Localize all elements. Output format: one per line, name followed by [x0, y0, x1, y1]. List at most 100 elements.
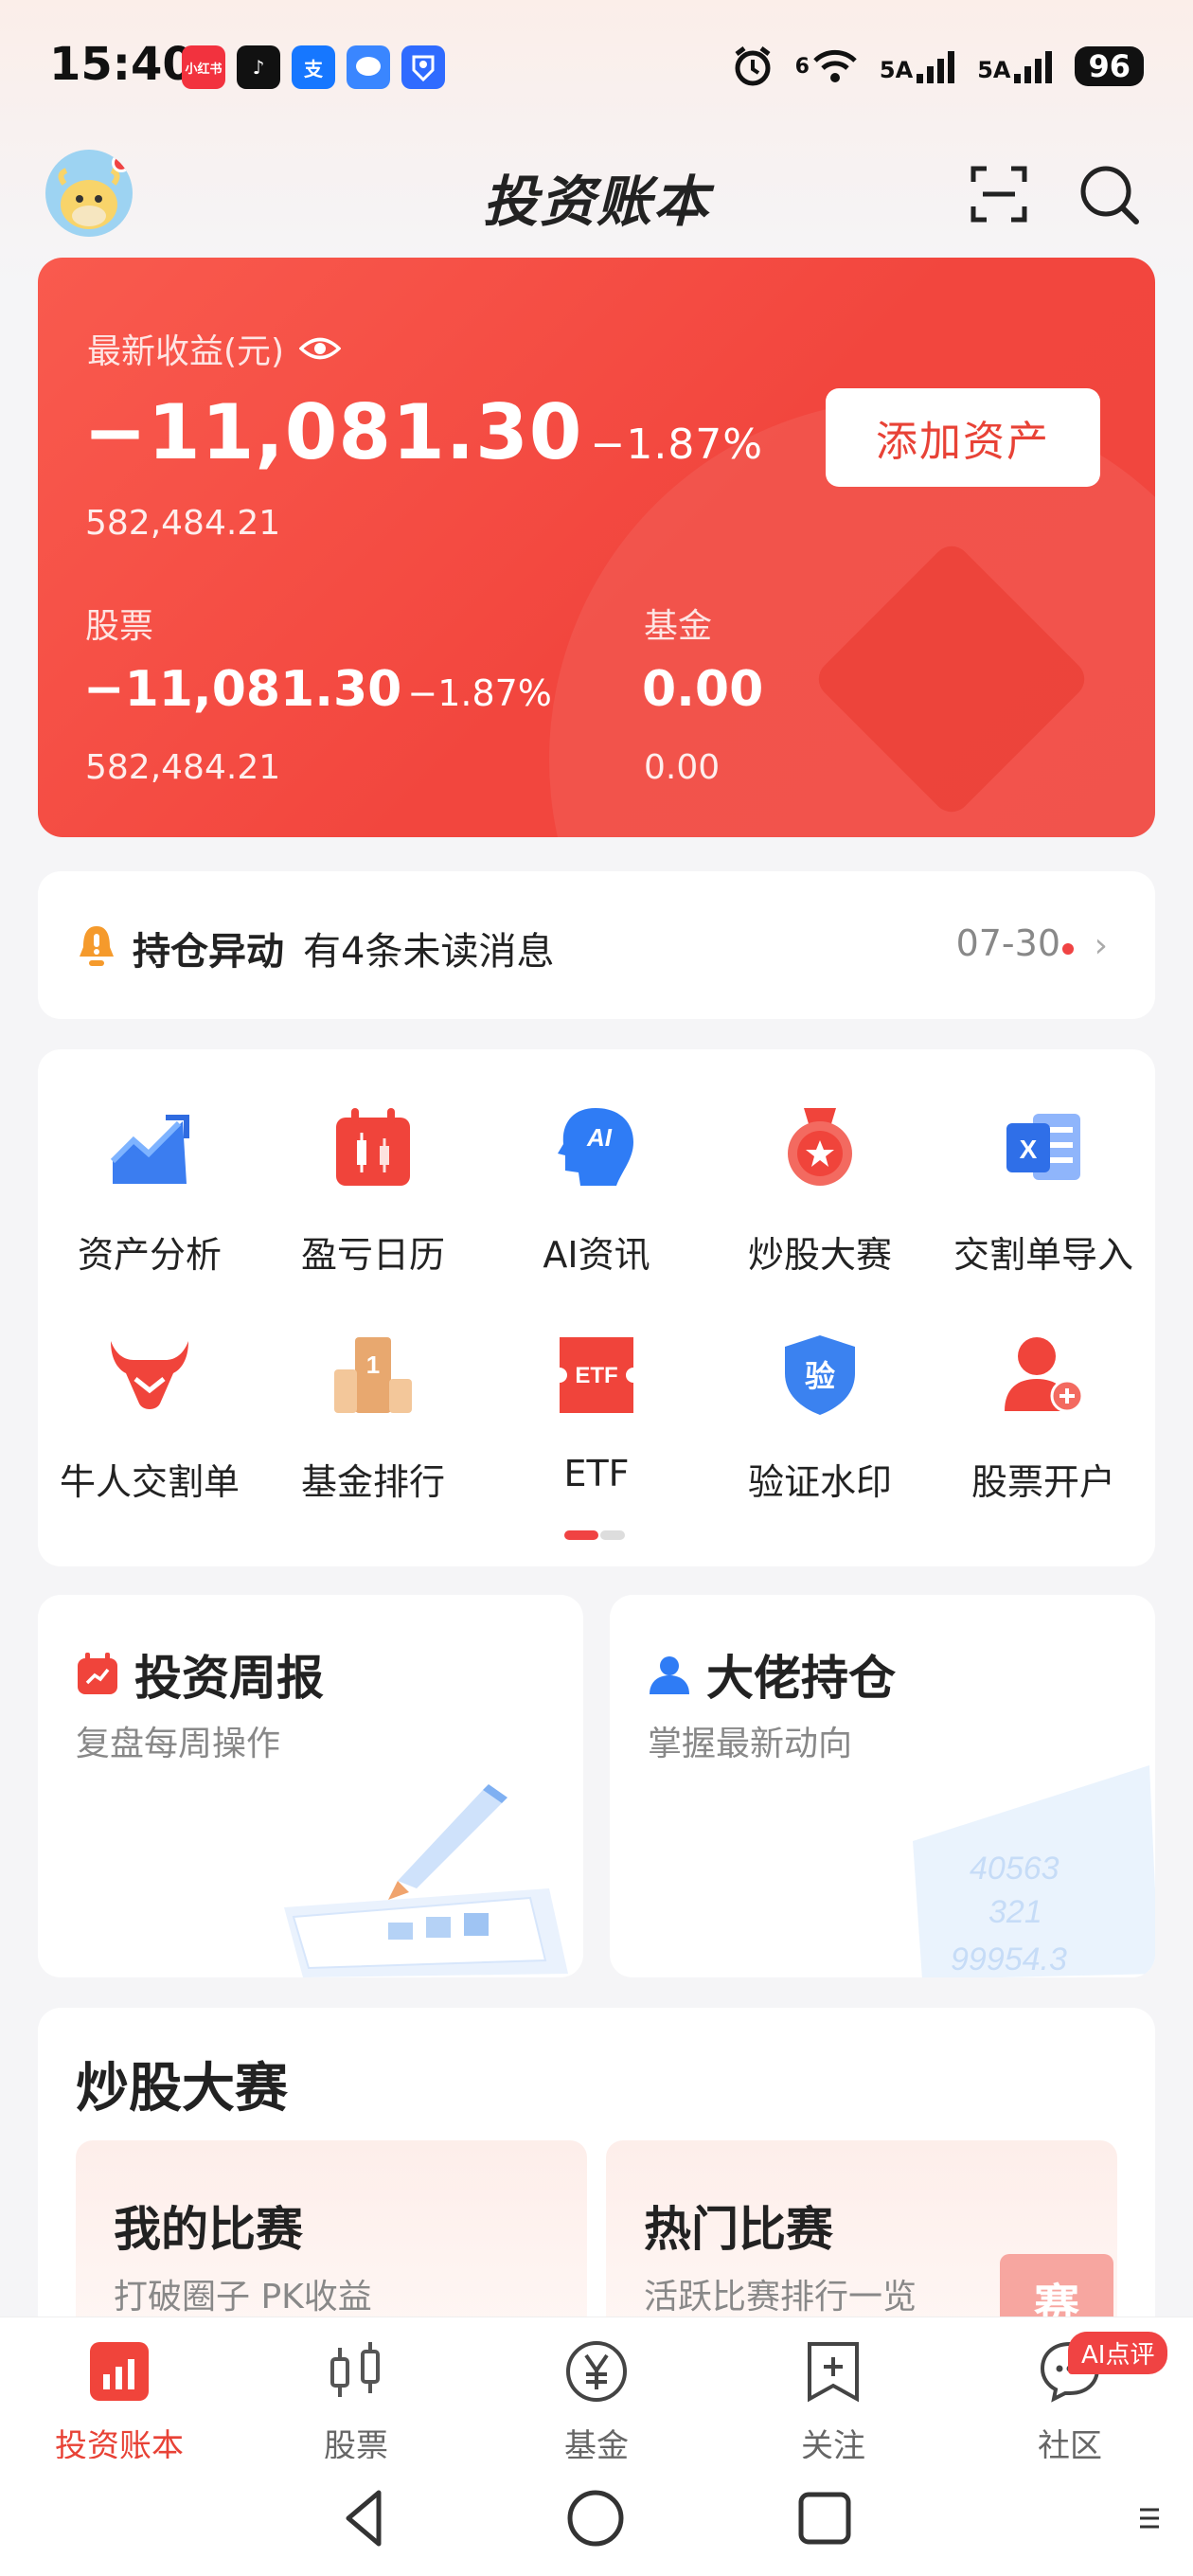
weekly-report-card[interactable]: 投资周报 复盘每周操作: [38, 1595, 583, 1977]
grid-item-open-account[interactable]: 股票开户: [932, 1332, 1155, 1505]
weekly-report-subtitle: 复盘每周操作: [76, 1725, 281, 1763]
my-contest-subtitle: 打破圈子 PK收益: [114, 2278, 372, 2317]
position-alert-bar[interactable]: 持仓异动 有4条未读消息 07-30 ›: [38, 871, 1155, 1019]
douyin-icon: ♪: [237, 45, 280, 89]
stock-earnings-row: −11,081.30 −1.87%: [83, 661, 552, 718]
account-icon: [401, 45, 445, 89]
notice-message: 有4条未读消息: [303, 930, 555, 974]
grid-label: 盈亏日历: [300, 1234, 445, 1276]
scan-icon[interactable]: [966, 161, 1032, 227]
latest-earnings-percent: −1.87%: [590, 420, 764, 469]
wifi-icon: 6: [795, 47, 859, 85]
unread-dot: [1062, 943, 1074, 955]
svg-text:验: 验: [805, 1358, 835, 1394]
status-bar: 15:40 小红书 ♪ 支 6 5A 5A 96: [0, 0, 1193, 123]
report-calendar-icon: [78, 1653, 117, 1694]
tab-stocks[interactable]: 股票: [261, 2338, 451, 2466]
bull-icon: [111, 1341, 188, 1409]
grid-item-pnl-calendar[interactable]: 盈亏日历: [261, 1104, 485, 1278]
grid-label: 炒股大赛: [747, 1234, 892, 1276]
signal-icon-1: 5A: [880, 49, 956, 83]
fund-total-value: 0.00: [644, 748, 721, 787]
battery-indicator: 96: [1075, 46, 1144, 86]
svg-text:AI: AI: [586, 1123, 613, 1152]
latest-earnings-value: −11,081.30: [83, 388, 583, 476]
feature-grid: 资产分析 盈亏日历 AI AI资讯 炒股大赛 X 交割单导入 牛人交割单 1 基…: [38, 1049, 1155, 1566]
holdings-title-row: 大佬持仓: [648, 1640, 896, 1708]
stock-earnings-percent: −1.87%: [407, 672, 552, 714]
latest-earnings-label-row: 最新收益(元): [87, 324, 342, 373]
grid-item-statement-import[interactable]: X 交割单导入: [932, 1104, 1155, 1278]
big-players-holdings-card[interactable]: 大佬持仓 掌握最新动向 40563 321 99954.3: [610, 1595, 1155, 1977]
user-add-icon: [1005, 1337, 1084, 1413]
eye-icon[interactable]: [299, 334, 342, 363]
bookmark-plus-icon: [808, 2342, 859, 2403]
bell-icon: [80, 926, 114, 966]
earnings-summary-card: 最新收益(元) −11,081.30 −1.87% 582,484.21 添加资产…: [38, 258, 1155, 837]
signal-icon-2: 5A: [977, 49, 1054, 83]
alarm-icon: [735, 46, 771, 86]
grid-label: 验证水印: [747, 1461, 892, 1503]
grid-item-etf[interactable]: ETF ETF: [485, 1332, 708, 1494]
latest-earnings-label: 最新收益(元): [87, 332, 285, 371]
grid-label: 牛人交割单: [59, 1461, 240, 1503]
tab-ledger[interactable]: 投资账本: [25, 2338, 214, 2466]
ai-head-icon: AI: [558, 1108, 633, 1186]
add-asset-button[interactable]: 添加资产: [826, 388, 1100, 487]
svg-text:321: 321: [988, 1894, 1042, 1930]
search-icon[interactable]: [1076, 161, 1142, 227]
status-time: 15:40: [49, 38, 194, 91]
recent-apps-icon[interactable]: [792, 2485, 858, 2551]
grid-label: 基金排行: [300, 1461, 445, 1503]
grid-label: AI资讯: [543, 1234, 650, 1276]
grid-item-verify-watermark[interactable]: 验 验证水印: [708, 1332, 932, 1505]
weekly-report-title: 投资周报: [134, 1651, 324, 1706]
candlestick-icon: [330, 2342, 380, 2397]
latest-earnings-row: −11,081.30 −1.87%: [83, 388, 763, 476]
svg-text:ETF: ETF: [575, 1363, 617, 1388]
grid-label: 资产分析: [77, 1234, 222, 1276]
svg-text:X: X: [1020, 1135, 1038, 1164]
grid-item-expert-statements[interactable]: 牛人交割单: [38, 1332, 261, 1505]
latest-total-value: 582,484.21: [85, 504, 281, 543]
stock-earnings-value: −11,081.30: [83, 661, 402, 718]
etf-ticket-icon: ETF: [560, 1337, 633, 1413]
chevron-right-icon: ›: [1094, 926, 1108, 965]
grid-label: ETF: [563, 1453, 630, 1494]
back-icon[interactable]: [331, 2485, 398, 2551]
alipay-icon: 支: [292, 45, 335, 89]
grid-item-stock-contest[interactable]: 炒股大赛: [708, 1104, 932, 1278]
stock-board-illustration: 40563 321 99954.3: [913, 1765, 1155, 1977]
grid-item-asset-analysis[interactable]: 资产分析: [38, 1104, 261, 1278]
tab-watchlist[interactable]: 关注: [739, 2338, 928, 2466]
grid-label: 股票开户: [970, 1461, 1115, 1503]
grid-item-fund-ranking[interactable]: 1 基金排行: [261, 1332, 485, 1505]
calendar-candle-icon: [336, 1108, 410, 1186]
excel-import-icon: X: [1006, 1114, 1080, 1180]
grid-pager: [564, 1530, 625, 1540]
medal-icon: [788, 1108, 852, 1186]
ledger-icon: [90, 2342, 149, 2401]
yen-circle-icon: [566, 2341, 627, 2402]
my-contest-title: 我的比赛: [114, 2202, 303, 2257]
ai-review-badge: AI点评: [1068, 2332, 1168, 2374]
home-icon[interactable]: [562, 2485, 629, 2551]
pager-dot-active: [564, 1530, 598, 1540]
podium-icon: 1: [334, 1337, 412, 1413]
system-navigation-bar: [0, 2459, 1193, 2576]
stock-label: 股票: [85, 607, 154, 646]
holdings-title: 大佬持仓: [706, 1651, 896, 1706]
notice-title: 持仓异动: [133, 930, 284, 974]
hot-contest-title: 热门比赛: [644, 2202, 833, 2257]
grid-item-ai-news[interactable]: AI AI资讯: [485, 1104, 708, 1278]
message-icon: [347, 45, 390, 89]
stock-total-value: 582,484.21: [85, 748, 281, 787]
notice-text: 持仓异动 有4条未读消息: [133, 921, 554, 975]
trend-chart-icon: [110, 1115, 189, 1184]
contest-section-title: 炒股大赛: [76, 2058, 288, 2120]
tab-funds[interactable]: 基金: [502, 2338, 691, 2466]
fund-earnings-value: 0.00: [642, 661, 764, 718]
weekly-report-title-row: 投资周报: [76, 1640, 324, 1708]
menu-lines-icon[interactable]: [1136, 2504, 1163, 2532]
hot-contest-subtitle: 活跃比赛排行一览: [644, 2278, 917, 2317]
